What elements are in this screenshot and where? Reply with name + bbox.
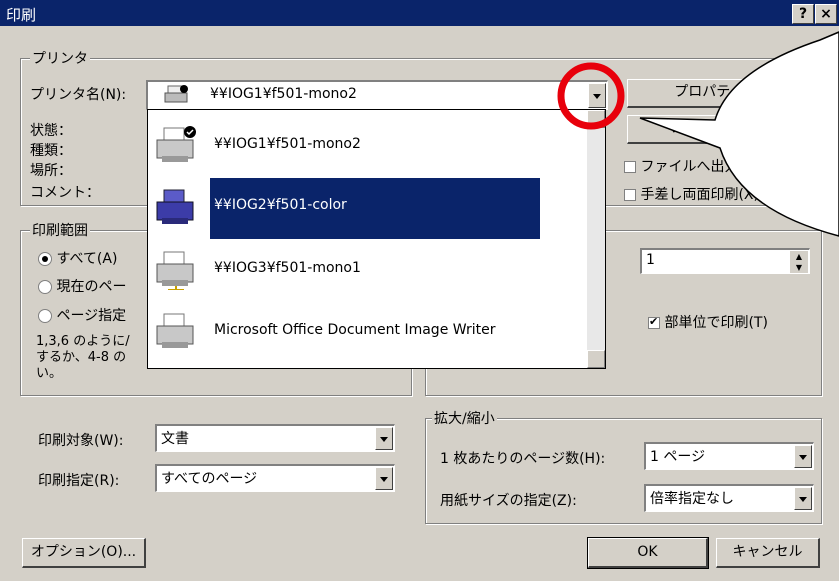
callout-bubble bbox=[639, 31, 839, 237]
annotation-overlay bbox=[557, 31, 839, 237]
highlight-circle bbox=[557, 62, 625, 130]
